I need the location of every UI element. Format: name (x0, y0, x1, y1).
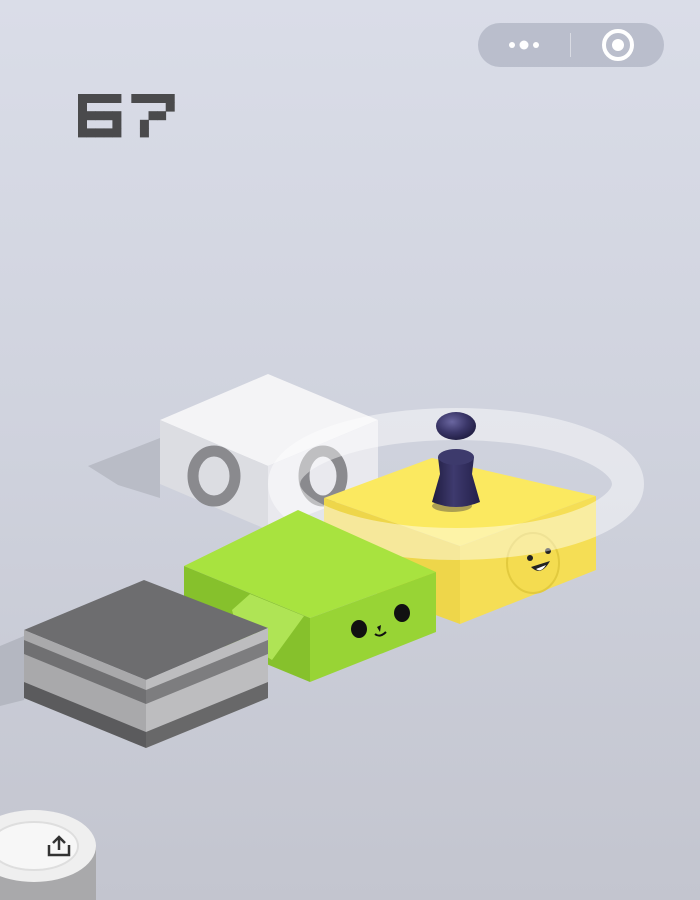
game-canvas[interactable]: 67 (0, 0, 700, 900)
score-digit-7 (131, 94, 175, 138)
target-circle-icon (602, 29, 634, 61)
white-box-shadow (88, 438, 160, 498)
ellipsis-icon (509, 40, 539, 50)
score-display: 67 (78, 94, 188, 138)
gray-box-shadow (0, 636, 24, 706)
capsule-menu (478, 23, 664, 67)
score-pixel-digits (78, 94, 175, 138)
jump-chess-piece[interactable] (432, 412, 480, 512)
close-app-button[interactable] (572, 23, 664, 67)
score-digit-6 (78, 94, 122, 138)
share-icon[interactable] (45, 835, 73, 859)
more-options-button[interactable] (478, 23, 570, 67)
capsule-divider (570, 33, 571, 57)
